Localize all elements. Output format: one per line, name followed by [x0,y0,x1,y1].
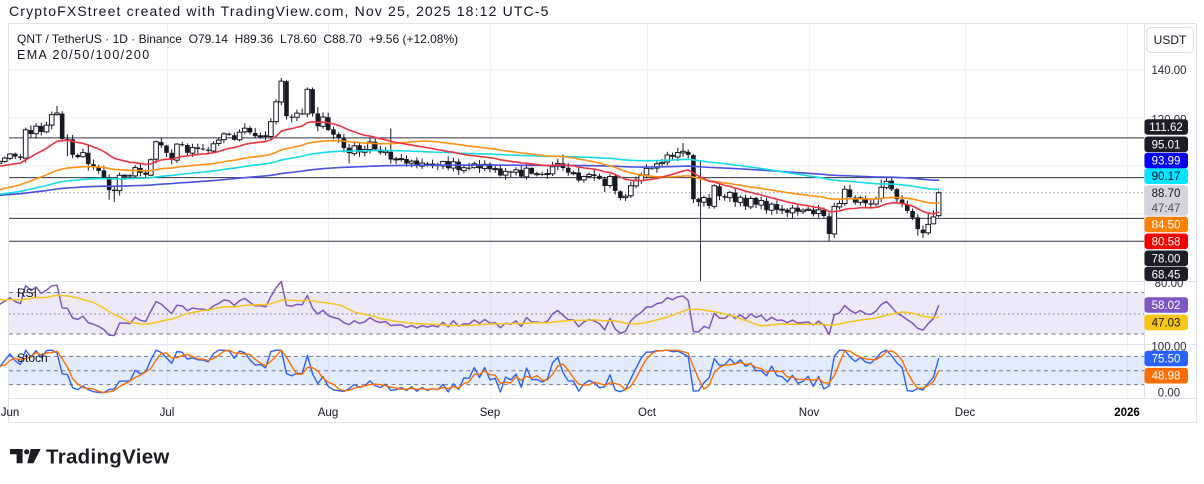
svg-text:Aug: Aug [318,407,338,419]
svg-text:RSI: RSI [17,286,37,300]
svg-text:CryptoFXStreet created with Tr: CryptoFXStreet created with TradingView.… [9,3,550,19]
svg-text:90.17: 90.17 [1152,171,1181,183]
svg-text:111.62: 111.62 [1149,122,1182,134]
svg-text:Nov: Nov [799,407,820,419]
svg-text:95.01: 95.01 [1152,139,1181,151]
svg-text:USDT: USDT [1154,33,1187,47]
svg-text:Jun: Jun [1,407,20,419]
svg-text:93.99: 93.99 [1152,156,1181,168]
svg-text:EMA 20/50/100/200: EMA 20/50/100/200 [17,48,151,62]
svg-text:TradingView: TradingView [46,446,170,469]
svg-text:Oct: Oct [638,407,657,419]
svg-text:47:47: 47:47 [1152,203,1181,215]
svg-text:80.58: 80.58 [1152,236,1181,248]
svg-text:48.98: 48.98 [1152,371,1181,383]
svg-text:78.00: 78.00 [1152,253,1181,265]
svg-text:Dec: Dec [955,407,976,419]
svg-text:Stoch: Stoch [17,351,48,365]
svg-text:140.00: 140.00 [1151,65,1186,77]
svg-text:0.00: 0.00 [1158,388,1180,400]
svg-text:68.45: 68.45 [1152,270,1181,282]
svg-text:58.02: 58.02 [1152,300,1181,312]
svg-text:47.03: 47.03 [1152,317,1181,329]
svg-text:75.50: 75.50 [1152,354,1181,366]
svg-text:88.70: 88.70 [1152,188,1181,200]
svg-text:84.50: 84.50 [1152,220,1181,232]
svg-text:2026: 2026 [1114,407,1140,419]
svg-text:QNT / TetherUS · 1D · Binance: QNT / TetherUS · 1D · Binance O79.14 H89… [17,32,458,46]
svg-text:Sep: Sep [480,407,500,419]
svg-text:Jul: Jul [160,407,175,419]
